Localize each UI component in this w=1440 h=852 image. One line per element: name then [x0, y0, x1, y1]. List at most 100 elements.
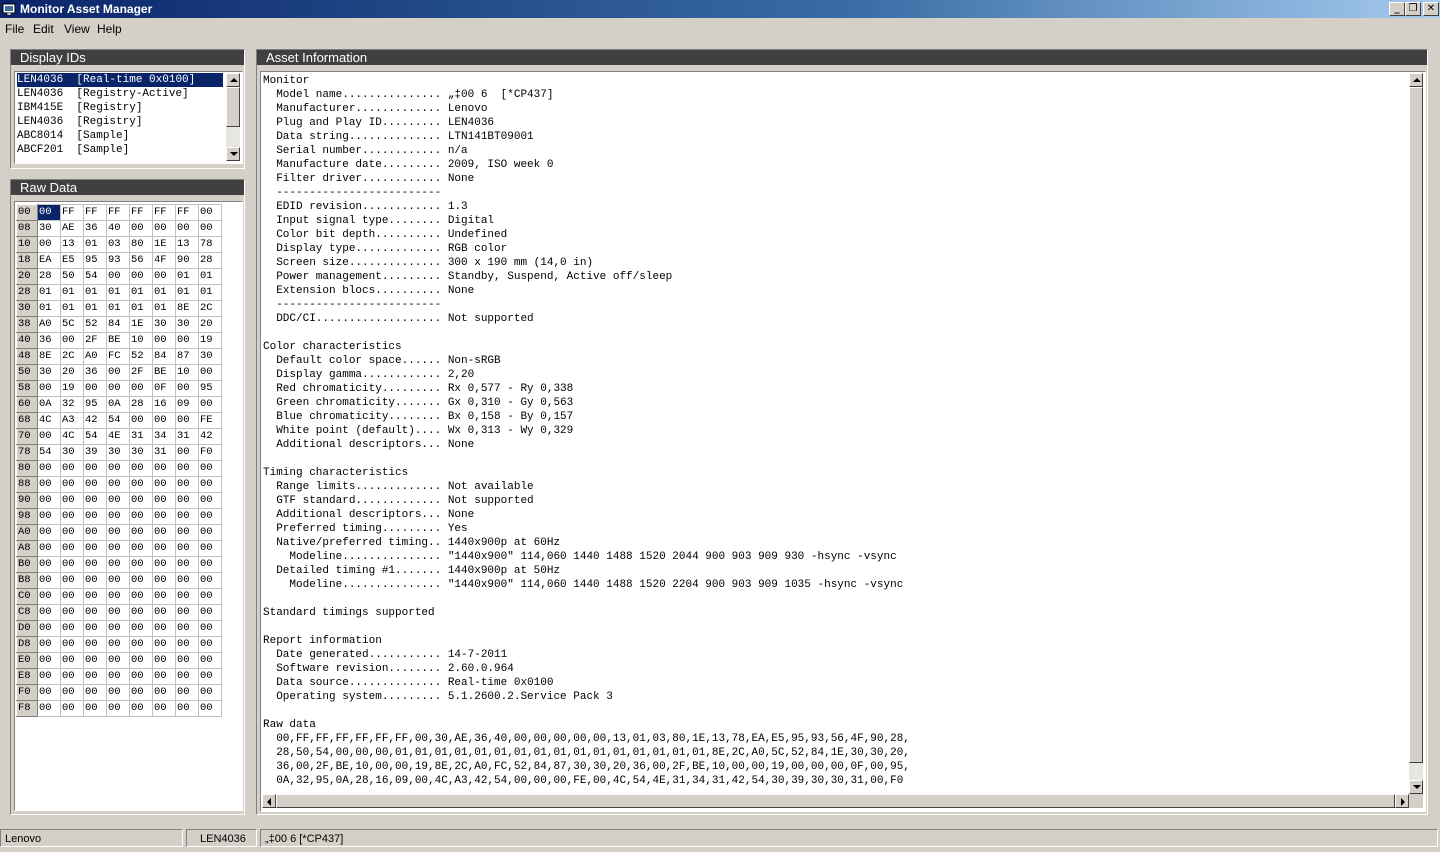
- raw-data-byte[interactable]: 00: [37, 588, 61, 605]
- raw-data-byte[interactable]: 00: [83, 476, 107, 493]
- raw-data-byte[interactable]: 00: [175, 668, 199, 685]
- raw-data-byte[interactable]: 00: [106, 572, 130, 589]
- raw-data-byte[interactable]: 00: [175, 492, 199, 509]
- raw-data-byte[interactable]: 00: [37, 604, 61, 621]
- raw-data-byte[interactable]: EA: [37, 252, 61, 269]
- raw-data-byte[interactable]: 00: [198, 508, 222, 525]
- raw-data-byte[interactable]: 00: [83, 652, 107, 669]
- raw-data-byte[interactable]: 87: [175, 348, 199, 365]
- scroll-up-button[interactable]: [226, 73, 240, 87]
- raw-data-byte[interactable]: 01: [175, 284, 199, 301]
- raw-data-byte[interactable]: 00: [175, 620, 199, 637]
- raw-data-byte[interactable]: 00: [152, 220, 176, 237]
- raw-data-byte[interactable]: 28: [198, 252, 222, 269]
- raw-data-byte[interactable]: 01: [83, 236, 107, 253]
- raw-data-byte[interactable]: 42: [198, 428, 222, 445]
- raw-data-byte[interactable]: 2C: [198, 300, 222, 317]
- raw-data-byte[interactable]: 00: [152, 572, 176, 589]
- raw-data-byte[interactable]: 01: [37, 300, 61, 317]
- raw-data-byte[interactable]: 00: [83, 380, 107, 397]
- raw-data-byte[interactable]: 01: [198, 268, 222, 285]
- raw-data-byte[interactable]: 00: [129, 588, 153, 605]
- raw-data-byte[interactable]: 78: [198, 236, 222, 253]
- raw-data-byte[interactable]: 00: [37, 620, 61, 637]
- raw-data-byte[interactable]: 00: [175, 652, 199, 669]
- raw-data-byte[interactable]: 4F: [152, 252, 176, 269]
- display-id-item[interactable]: IBM415E [Registry]: [17, 101, 223, 115]
- raw-data-byte[interactable]: 00: [106, 668, 130, 685]
- raw-data-byte[interactable]: FF: [175, 204, 199, 221]
- raw-data-byte[interactable]: 84: [152, 348, 176, 365]
- raw-data-byte[interactable]: 00: [37, 700, 61, 717]
- raw-data-byte[interactable]: 30: [37, 220, 61, 237]
- raw-data-byte[interactable]: 00: [106, 684, 130, 701]
- close-button[interactable]: ✕: [1423, 2, 1439, 16]
- raw-data-byte[interactable]: 00: [152, 460, 176, 477]
- raw-data-byte[interactable]: 00: [37, 572, 61, 589]
- raw-data-byte[interactable]: 30: [60, 444, 84, 461]
- raw-data-byte[interactable]: FF: [60, 204, 84, 221]
- raw-data-byte[interactable]: 00: [83, 668, 107, 685]
- raw-data-byte[interactable]: 00: [198, 588, 222, 605]
- info-scroll-down-button[interactable]: [1409, 780, 1423, 794]
- menu-edit[interactable]: Edit: [33, 21, 54, 37]
- raw-data-byte[interactable]: 00: [60, 572, 84, 589]
- raw-data-byte[interactable]: 00: [37, 652, 61, 669]
- raw-data-byte[interactable]: A0: [83, 348, 107, 365]
- raw-data-byte[interactable]: 39: [83, 444, 107, 461]
- display-id-item[interactable]: ABCF201 [Sample]: [17, 143, 223, 157]
- raw-data-byte[interactable]: 00: [152, 652, 176, 669]
- raw-data-byte[interactable]: 01: [129, 300, 153, 317]
- raw-data-byte[interactable]: 30: [175, 316, 199, 333]
- raw-data-byte[interactable]: 50: [60, 268, 84, 285]
- raw-data-byte[interactable]: 00: [129, 460, 153, 477]
- raw-data-byte[interactable]: 00: [129, 540, 153, 557]
- raw-data-byte[interactable]: 00: [83, 508, 107, 525]
- raw-data-byte[interactable]: 01: [152, 300, 176, 317]
- raw-data-byte[interactable]: A0: [37, 316, 61, 333]
- raw-data-byte[interactable]: 00: [37, 236, 61, 253]
- raw-data-byte[interactable]: 00: [83, 492, 107, 509]
- raw-data-byte[interactable]: 00: [37, 380, 61, 397]
- menu-view[interactable]: View: [64, 21, 90, 37]
- raw-data-byte[interactable]: 00: [60, 492, 84, 509]
- raw-data-byte[interactable]: 10: [175, 364, 199, 381]
- menu-help[interactable]: Help: [97, 21, 122, 37]
- raw-data-byte[interactable]: 01: [60, 300, 84, 317]
- raw-data-byte[interactable]: 01: [83, 300, 107, 317]
- raw-data-byte[interactable]: 31: [175, 428, 199, 445]
- raw-data-byte[interactable]: 36: [37, 332, 61, 349]
- raw-data-byte[interactable]: 00: [198, 524, 222, 541]
- raw-data-byte[interactable]: 00: [152, 668, 176, 685]
- raw-data-byte[interactable]: 00: [152, 700, 176, 717]
- raw-data-byte[interactable]: 00: [175, 636, 199, 653]
- raw-data-byte[interactable]: 00: [106, 460, 130, 477]
- raw-data-byte[interactable]: 00: [198, 636, 222, 653]
- raw-data-byte[interactable]: 00: [152, 636, 176, 653]
- raw-data-byte[interactable]: 13: [60, 236, 84, 253]
- raw-data-byte[interactable]: 10: [129, 332, 153, 349]
- raw-data-byte[interactable]: 00: [152, 684, 176, 701]
- raw-data-byte[interactable]: 54: [83, 428, 107, 445]
- raw-data-byte[interactable]: 42: [83, 412, 107, 429]
- raw-data-byte[interactable]: 28: [37, 268, 61, 285]
- raw-data-byte[interactable]: 8E: [37, 348, 61, 365]
- raw-data-byte[interactable]: 00: [175, 380, 199, 397]
- raw-data-byte[interactable]: 00: [152, 332, 176, 349]
- raw-data-byte[interactable]: 00: [152, 524, 176, 541]
- raw-data-byte[interactable]: 00: [60, 556, 84, 573]
- raw-data-byte[interactable]: 00: [60, 508, 84, 525]
- raw-data-byte[interactable]: 00: [175, 332, 199, 349]
- restore-button[interactable]: ❐: [1405, 2, 1421, 16]
- raw-data-byte[interactable]: 00: [60, 684, 84, 701]
- raw-data-byte[interactable]: 00: [175, 524, 199, 541]
- raw-data-byte[interactable]: 00: [152, 508, 176, 525]
- raw-data-byte[interactable]: 30: [37, 364, 61, 381]
- raw-data-byte[interactable]: 00: [60, 636, 84, 653]
- raw-data-byte[interactable]: 00: [106, 492, 130, 509]
- raw-data-byte[interactable]: 2F: [129, 364, 153, 381]
- raw-data-byte[interactable]: 00: [198, 476, 222, 493]
- raw-data-byte[interactable]: 00: [83, 620, 107, 637]
- raw-data-byte[interactable]: 00: [83, 524, 107, 541]
- raw-data-byte[interactable]: 01: [106, 284, 130, 301]
